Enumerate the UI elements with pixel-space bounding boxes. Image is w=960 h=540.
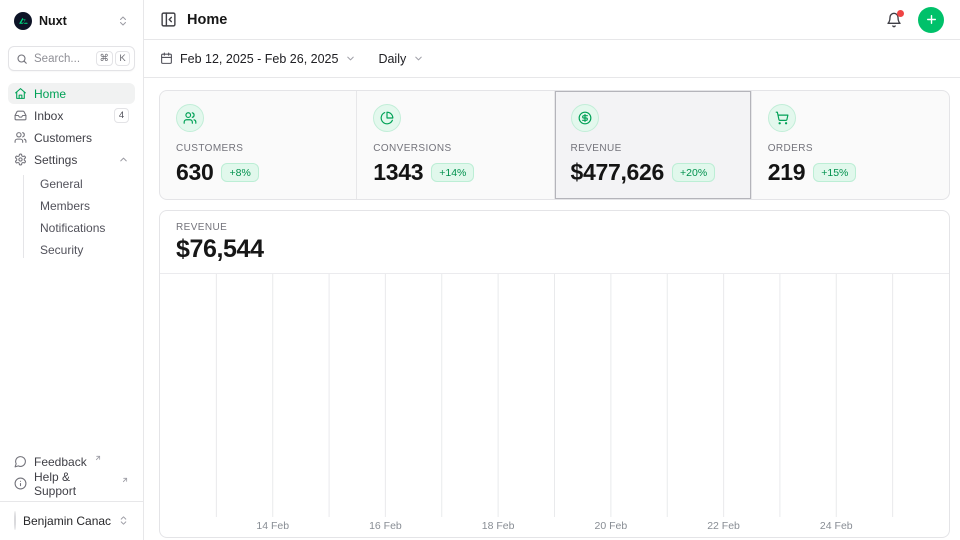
chart-x-axis: 14 Feb 16 Feb 18 Feb 20 Feb 22 Feb 24 Feb: [160, 517, 949, 537]
stat-value: $477,626: [571, 159, 665, 186]
settings-icon: [14, 153, 27, 166]
avatar: [14, 511, 16, 530]
stat-label: ORDERS: [768, 143, 933, 154]
page-header: Home: [144, 0, 960, 40]
stat-delta-badge: +15%: [813, 163, 856, 182]
x-axis-tick: 16 Feb: [369, 520, 402, 532]
footer-item-label: Help & Support: [34, 470, 114, 498]
x-axis-tick: 18 Feb: [482, 520, 515, 532]
stat-delta-badge: +8%: [221, 163, 258, 182]
stat-delta-badge: +20%: [672, 163, 715, 182]
x-axis-tick: 20 Feb: [594, 520, 627, 532]
period-label: Daily: [378, 52, 406, 66]
date-range-picker[interactable]: Feb 12, 2025 - Feb 26, 2025: [160, 52, 356, 66]
sidebar-item-settings[interactable]: Settings: [8, 149, 135, 170]
arrow-up-right-icon: [121, 476, 129, 484]
calendar-icon: [160, 52, 173, 65]
footer-item-label: Feedback: [34, 455, 87, 469]
x-axis-tick: 14 Feb: [256, 520, 289, 532]
sidebar-item-label: Settings: [34, 153, 111, 167]
revenue-chart-card: REVENUE $76,544 14 Feb 16 Feb 18 Feb 20 Feb…: [159, 210, 950, 538]
pie-chart-icon: [373, 104, 401, 132]
page-title: Home: [187, 12, 886, 28]
area-chart-svg: [160, 274, 949, 517]
user-menu[interactable]: Benjamin Canac: [8, 509, 135, 532]
period-select[interactable]: Daily: [378, 52, 424, 66]
chevrons-up-down-icon: [118, 515, 129, 526]
stat-value: 630: [176, 159, 213, 186]
pie-chart-icon: [380, 111, 394, 125]
stat-label: CUSTOMERS: [176, 143, 340, 154]
search-input[interactable]: Search... ⌘K: [8, 46, 135, 71]
chevron-down-icon: [345, 53, 356, 64]
users-icon: [183, 111, 197, 125]
inbox-count-badge: 4: [114, 108, 129, 123]
sidebar-subitem-notifications[interactable]: Notifications: [34, 217, 135, 238]
sidebar-nav: Home Inbox 4 Customers Settings GeneralMember…: [8, 83, 135, 262]
sidebar-item-label: Customers: [34, 131, 129, 145]
sidebar-footer-help-support[interactable]: Help & Support: [8, 473, 135, 494]
x-axis-tick: 24 Feb: [820, 520, 853, 532]
revenue-area-chart[interactable]: [160, 274, 949, 517]
workspace-switcher[interactable]: Nuxt: [8, 10, 135, 32]
info-icon: [14, 477, 27, 490]
notifications-button[interactable]: [886, 12, 902, 28]
search-kbd-shortcut: ⌘K: [96, 51, 131, 66]
sidebar-subitem-general[interactable]: General: [34, 173, 135, 194]
panel-left-close-icon[interactable]: [160, 11, 177, 28]
sidebar-item-label: Inbox: [34, 109, 107, 123]
chart-header: REVENUE $76,544: [160, 211, 949, 274]
users-icon: [176, 104, 204, 132]
sidebar-item-label: Home: [34, 87, 129, 101]
date-range-label: Feb 12, 2025 - Feb 26, 2025: [180, 52, 338, 66]
chart-value: $76,544: [176, 235, 933, 264]
search-icon: [16, 53, 28, 65]
x-axis-tick: 22 Feb: [707, 520, 740, 532]
sidebar-footer: Feedback Help & Support: [8, 451, 135, 494]
kbd-key: ⌘: [96, 51, 114, 66]
dashboard-content: CUSTOMERS 630 +8% CONVERSIONS 1343 +14% REVENU…: [144, 78, 960, 540]
sidebar-item-customers[interactable]: Customers: [8, 127, 135, 148]
users-icon: [14, 131, 27, 144]
stats-row: CUSTOMERS 630 +8% CONVERSIONS 1343 +14% REVENU…: [159, 90, 950, 200]
stat-value: 219: [768, 159, 805, 186]
stat-card-revenue[interactable]: REVENUE $477,626 +20%: [555, 91, 752, 199]
inbox-icon: [14, 109, 27, 122]
main-area: Home Feb 12, 2025 - Feb 26, 2025 Daily C: [144, 0, 960, 540]
sidebar-item-inbox[interactable]: Inbox 4: [8, 105, 135, 126]
sidebar-subnav: GeneralMembersNotificationsSecurity: [23, 173, 135, 260]
stat-card-conversions[interactable]: CONVERSIONS 1343 +14%: [357, 91, 554, 199]
stat-label: CONVERSIONS: [373, 143, 537, 154]
dollar-circle-icon: [578, 111, 592, 125]
notification-dot: [897, 10, 904, 17]
chevrons-up-down-icon: [117, 15, 129, 27]
stat-value: 1343: [373, 159, 423, 186]
sidebar-subitem-members[interactable]: Members: [34, 195, 135, 216]
shopping-cart-icon: [768, 104, 796, 132]
nuxt-logo-icon: [14, 12, 32, 30]
stat-card-orders[interactable]: ORDERS 219 +15%: [752, 91, 949, 199]
sidebar-divider: [0, 501, 143, 502]
plus-icon: [925, 13, 938, 26]
filters-toolbar: Feb 12, 2025 - Feb 26, 2025 Daily: [144, 40, 960, 78]
chevron-up-icon: [118, 154, 129, 165]
shopping-cart-icon: [775, 111, 789, 125]
stat-label: REVENUE: [571, 143, 735, 154]
workspace-name: Nuxt: [39, 14, 110, 28]
add-button[interactable]: [918, 7, 944, 33]
chart-label: REVENUE: [176, 222, 933, 233]
stat-card-customers[interactable]: CUSTOMERS 630 +8%: [160, 91, 357, 199]
chevron-down-icon: [413, 53, 424, 64]
user-name: Benjamin Canac: [23, 514, 111, 528]
search-placeholder: Search...: [34, 53, 90, 65]
sidebar: Nuxt Search... ⌘K Home Inbox 4 Customers Set…: [0, 0, 144, 540]
dollar-circle-icon: [571, 104, 599, 132]
sidebar-item-home[interactable]: Home: [8, 83, 135, 104]
message-circle-icon: [14, 455, 27, 468]
sidebar-subitem-security[interactable]: Security: [34, 239, 135, 260]
stat-delta-badge: +14%: [431, 163, 474, 182]
home-icon: [14, 87, 27, 100]
arrow-up-right-icon: [94, 454, 102, 462]
kbd-key: K: [115, 51, 130, 66]
